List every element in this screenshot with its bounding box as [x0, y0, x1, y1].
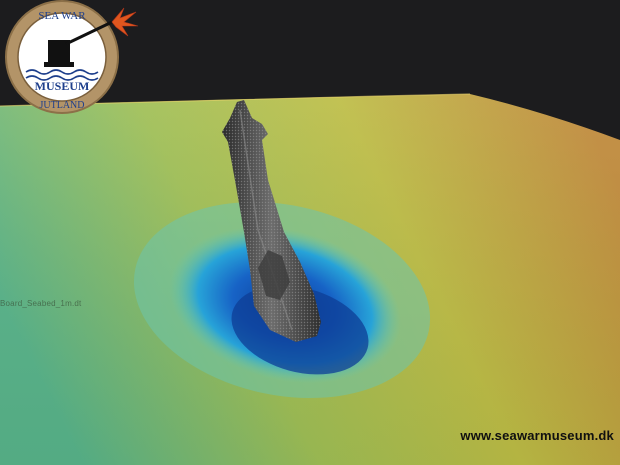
muzzle-flash-icon [111, 7, 139, 37]
logo-bottom-text: JUTLAND [40, 100, 85, 111]
website-url: www.seawarmuseum.dk [460, 428, 614, 443]
bathymetry-scene: Board_Seabed_1m.dt SEA WAR JUTLAND MUSEU… [0, 0, 620, 465]
logo-top-text: SEA WAR [38, 10, 86, 22]
layer-label: Board_Seabed_1m.dt [0, 299, 82, 308]
logo-middle-text: MUSEUM [35, 79, 90, 93]
museum-logo: SEA WAR JUTLAND MUSEUM [5, 0, 139, 114]
